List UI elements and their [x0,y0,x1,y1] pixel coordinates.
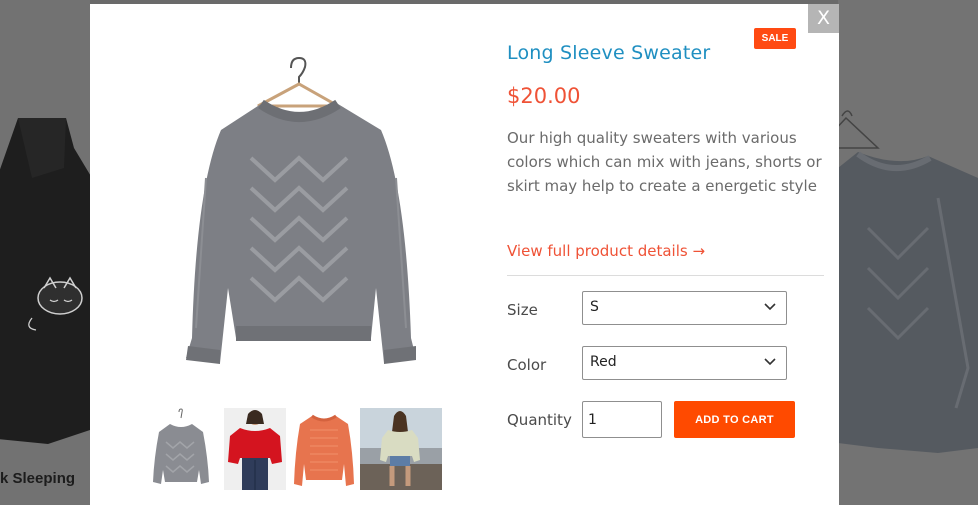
thumbnail-grey-sweater[interactable] [148,408,214,490]
thumbnail-model-sweater[interactable] [360,408,442,490]
background-product-title: k Sleeping [0,470,76,487]
color-label: Color [507,356,547,374]
color-select-value: Red [590,354,617,370]
quantity-label: Quantity [507,411,572,429]
size-select-value: S [590,299,599,315]
chevron-down-icon [764,358,776,366]
add-to-cart-button[interactable]: ADD TO CART [674,401,795,438]
product-description: Our high quality sweaters with various c… [507,129,822,195]
color-select[interactable]: Red [582,346,787,380]
close-icon: X [816,7,831,29]
quantity-input[interactable] [582,401,662,438]
sale-badge: SALE [754,28,796,49]
hanger-icon [257,56,344,108]
view-details-link[interactable]: View full product details → [507,242,705,260]
thumbnail-orange-sweater[interactable] [292,408,356,490]
hoodie-image [0,118,96,444]
close-button[interactable]: X [808,4,839,33]
size-label: Size [507,301,538,319]
product-main-image [186,56,416,364]
size-select[interactable]: S [582,291,787,325]
product-price: $20.00 [507,84,581,108]
thumbnail-red-sweater[interactable] [224,408,286,490]
product-title[interactable]: Long Sleeve Sweater [507,42,710,64]
divider [507,275,824,276]
sweater-image [838,110,978,453]
quick-view-modal: X Long Sleeve Sweater SALE $20.00 Our hi… [90,4,839,505]
chevron-down-icon [764,303,776,311]
